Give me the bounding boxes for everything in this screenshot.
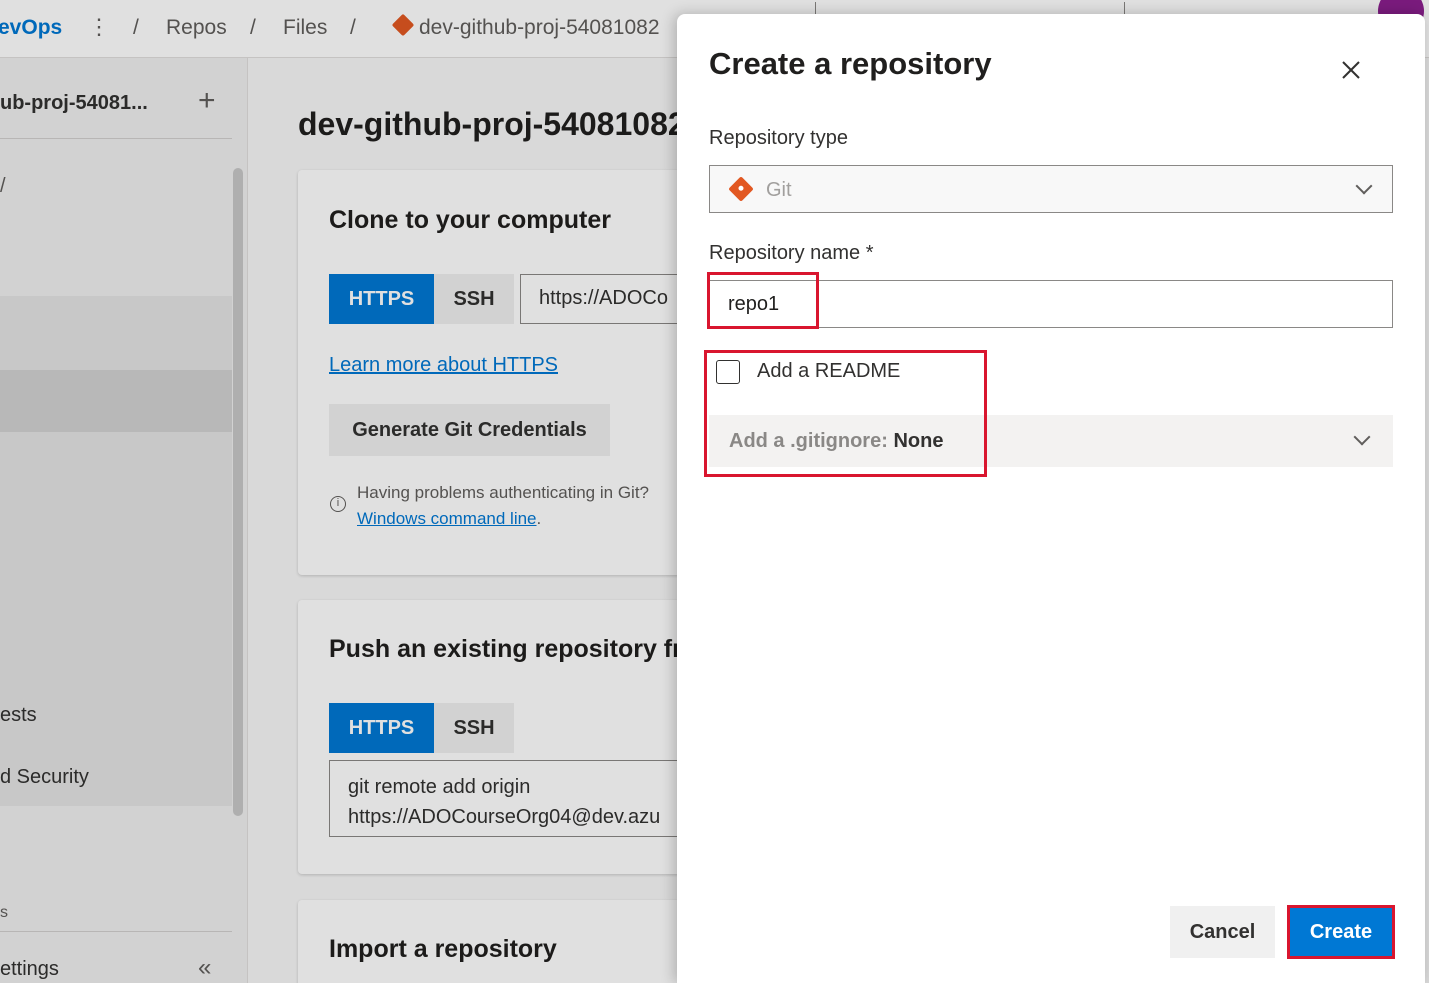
git-icon (728, 176, 754, 202)
gitignore-value: None (893, 430, 944, 452)
repository-name-label: Repository name * (709, 242, 874, 264)
add-readme-checkbox[interactable] (716, 360, 740, 384)
repository-type-value: Git (766, 179, 792, 201)
gitignore-dropdown[interactable]: Add a .gitignore: None (709, 415, 1393, 467)
gitignore-prefix: Add a .gitignore: (729, 430, 888, 452)
close-button[interactable] (1333, 52, 1369, 88)
gitignore-label: Add a .gitignore: None (729, 430, 943, 453)
repository-name-input[interactable] (709, 280, 1393, 328)
chevron-down-icon (1353, 428, 1371, 446)
repository-type-label: Repository type (709, 127, 848, 149)
create-button[interactable]: Create (1289, 906, 1393, 958)
close-icon (1342, 61, 1360, 79)
add-readme-label[interactable]: Add a README (757, 360, 900, 383)
chevron-down-icon (1355, 177, 1373, 195)
dialog-title: Create a repository (709, 46, 992, 81)
create-repository-dialog: Create a repository Repository type Git … (677, 14, 1425, 983)
cancel-button[interactable]: Cancel (1170, 906, 1275, 958)
repository-type-select[interactable]: Git (709, 165, 1393, 213)
